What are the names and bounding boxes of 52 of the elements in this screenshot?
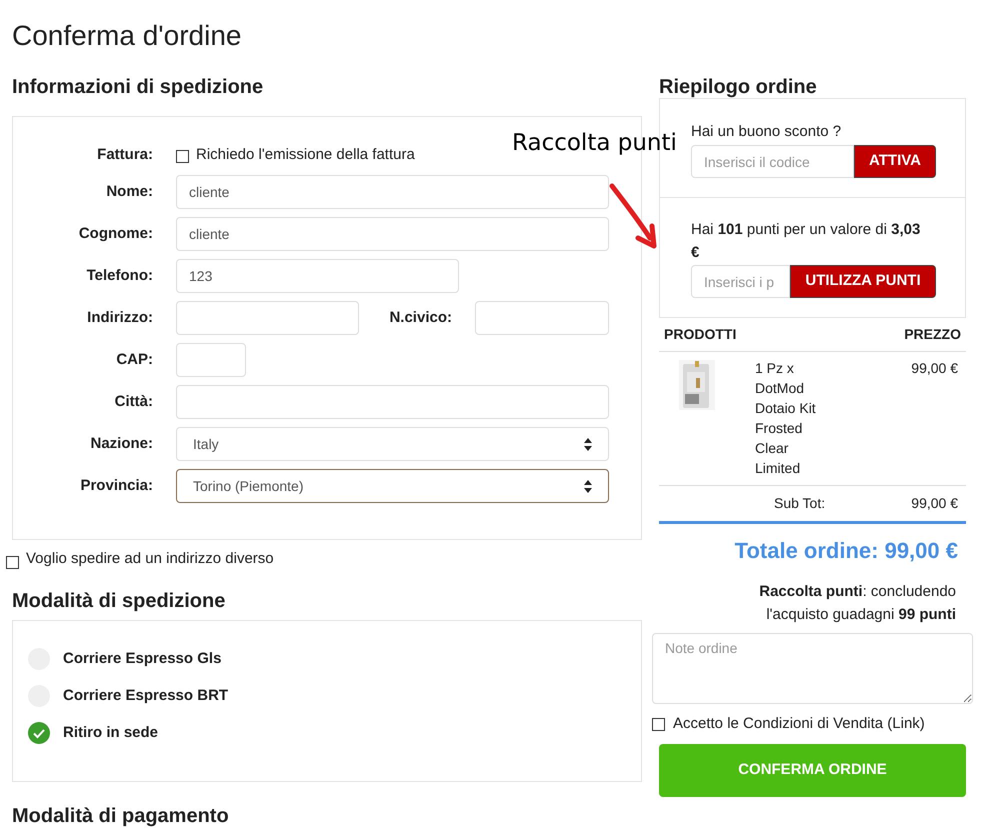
product-price: 99,00 € xyxy=(911,359,959,378)
select-field[interactable]: Torino (Piemonte) xyxy=(176,469,609,503)
product-name: 1 Pz x DotMod Dotaio Kit Frosted Clear Limited xyxy=(755,359,817,478)
checkbox[interactable] xyxy=(176,150,189,163)
field-label: Città: xyxy=(114,392,154,412)
terms-label: Accetto le Condizioni di Vendita (Link) xyxy=(673,714,925,734)
input-field[interactable]: 123 xyxy=(176,259,459,293)
option-label: Ritiro in sede xyxy=(63,722,158,743)
column-header: PREZZO xyxy=(904,325,961,344)
checkbox[interactable] xyxy=(6,556,19,568)
option-label: Corriere Espresso BRT xyxy=(63,686,228,706)
points-field[interactable]: Inserisci i p xyxy=(691,265,790,298)
sort-arrows-icon xyxy=(584,480,592,492)
input-field[interactable]: cliente xyxy=(176,175,609,209)
field-label: Provincia: xyxy=(79,476,154,496)
section-heading: Informazioni di spedizione xyxy=(12,75,264,100)
field-label: Nazione: xyxy=(89,434,154,454)
annotation-text: Raccolta punti xyxy=(512,132,677,155)
checkbox-label: Richiedo l'emissione della fattura xyxy=(196,144,415,165)
sort-arrows-icon xyxy=(584,438,592,450)
field-label: Indirizzo: xyxy=(86,308,154,328)
section-heading: Modalità di pagamento xyxy=(12,804,230,829)
points-text: Hai 101 punti per un valore di 3,03 € xyxy=(691,220,922,263)
field-label: Fattura: xyxy=(96,144,154,165)
section-heading: Modalità di spedizione xyxy=(12,589,226,614)
radio-checked-icon[interactable] xyxy=(28,722,50,744)
field-label: CAP: xyxy=(115,350,154,370)
field-label: Nome: xyxy=(105,182,154,202)
input-field[interactable] xyxy=(176,343,246,377)
voucher-question: Hai un buono sconto ? xyxy=(691,122,842,142)
subtotal-label: Sub Tot: xyxy=(774,494,826,513)
option-label: Corriere Espresso Gls xyxy=(63,648,222,669)
checkbox-label: Voglio spedire ad un indirizzo diverso xyxy=(26,548,274,569)
section-heading: Riepilogo ordine xyxy=(659,75,818,96)
input-field[interactable] xyxy=(176,301,359,335)
order-total: Totale ordine: 99,00 € xyxy=(734,537,959,565)
field-label: Telefono: xyxy=(86,266,154,286)
voucher-field[interactable]: Inserisci il codice xyxy=(691,145,854,178)
input-field[interactable] xyxy=(176,385,609,419)
subtotal-value: 99,00 € xyxy=(911,494,959,513)
use-points-button[interactable]: UTILIZZA PUNTI xyxy=(790,265,936,298)
select-field[interactable]: Italy xyxy=(176,427,609,461)
activate-button[interactable]: ATTIVA xyxy=(854,145,936,178)
field-label: N.civico: xyxy=(388,308,453,328)
notes-field[interactable]: Note ordine xyxy=(652,633,973,704)
page-title: Conferma d'ordine xyxy=(12,19,242,53)
points-note: Raccolta punti: concludendo l'acquisto guadagni 99 punti xyxy=(758,582,957,625)
input-field[interactable] xyxy=(475,301,609,335)
checkbox[interactable] xyxy=(652,718,665,730)
field-label: Cognome: xyxy=(78,224,154,244)
input-field[interactable]: cliente xyxy=(176,217,609,251)
column-header: PRODOTTI xyxy=(664,325,736,344)
